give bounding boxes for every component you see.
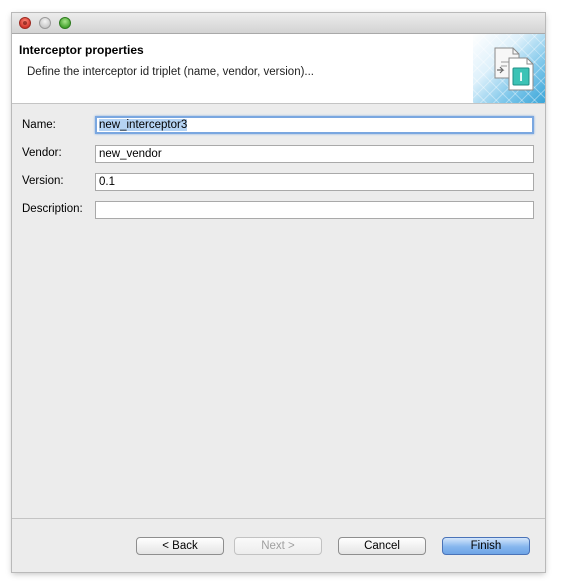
version-field[interactable]: 0.1 [95, 173, 534, 191]
back-button[interactable]: < Back [136, 537, 224, 555]
description-field[interactable] [95, 201, 534, 219]
svg-text:I: I [519, 70, 522, 84]
name-field[interactable]: new_interceptor3 [95, 116, 534, 134]
zoom-icon[interactable] [59, 17, 71, 29]
vendor-label: Vendor: [22, 147, 62, 159]
name-label: Name: [22, 119, 56, 131]
interceptor-wizard-icon: I [494, 47, 534, 91]
button-bar-divider [12, 518, 545, 519]
title-bar[interactable] [12, 13, 545, 34]
page-title: Interceptor properties [19, 43, 144, 57]
banner-graphic: I [473, 34, 545, 103]
close-icon[interactable] [19, 17, 31, 29]
minimize-icon[interactable] [39, 17, 51, 29]
wizard-banner: Interceptor properties Define the interc… [12, 34, 545, 104]
finish-button[interactable]: Finish [442, 537, 530, 555]
page-description: Define the interceptor id triplet (name,… [27, 66, 315, 78]
version-label: Version: [22, 175, 64, 187]
description-label: Description: [22, 203, 83, 215]
wizard-window: Interceptor properties Define the interc… [12, 13, 545, 572]
next-button[interactable]: Next > [234, 537, 322, 555]
vendor-field[interactable]: new_vendor [95, 145, 534, 163]
cancel-button[interactable]: Cancel [338, 537, 426, 555]
name-field-value: new_interceptor3 [99, 119, 188, 131]
